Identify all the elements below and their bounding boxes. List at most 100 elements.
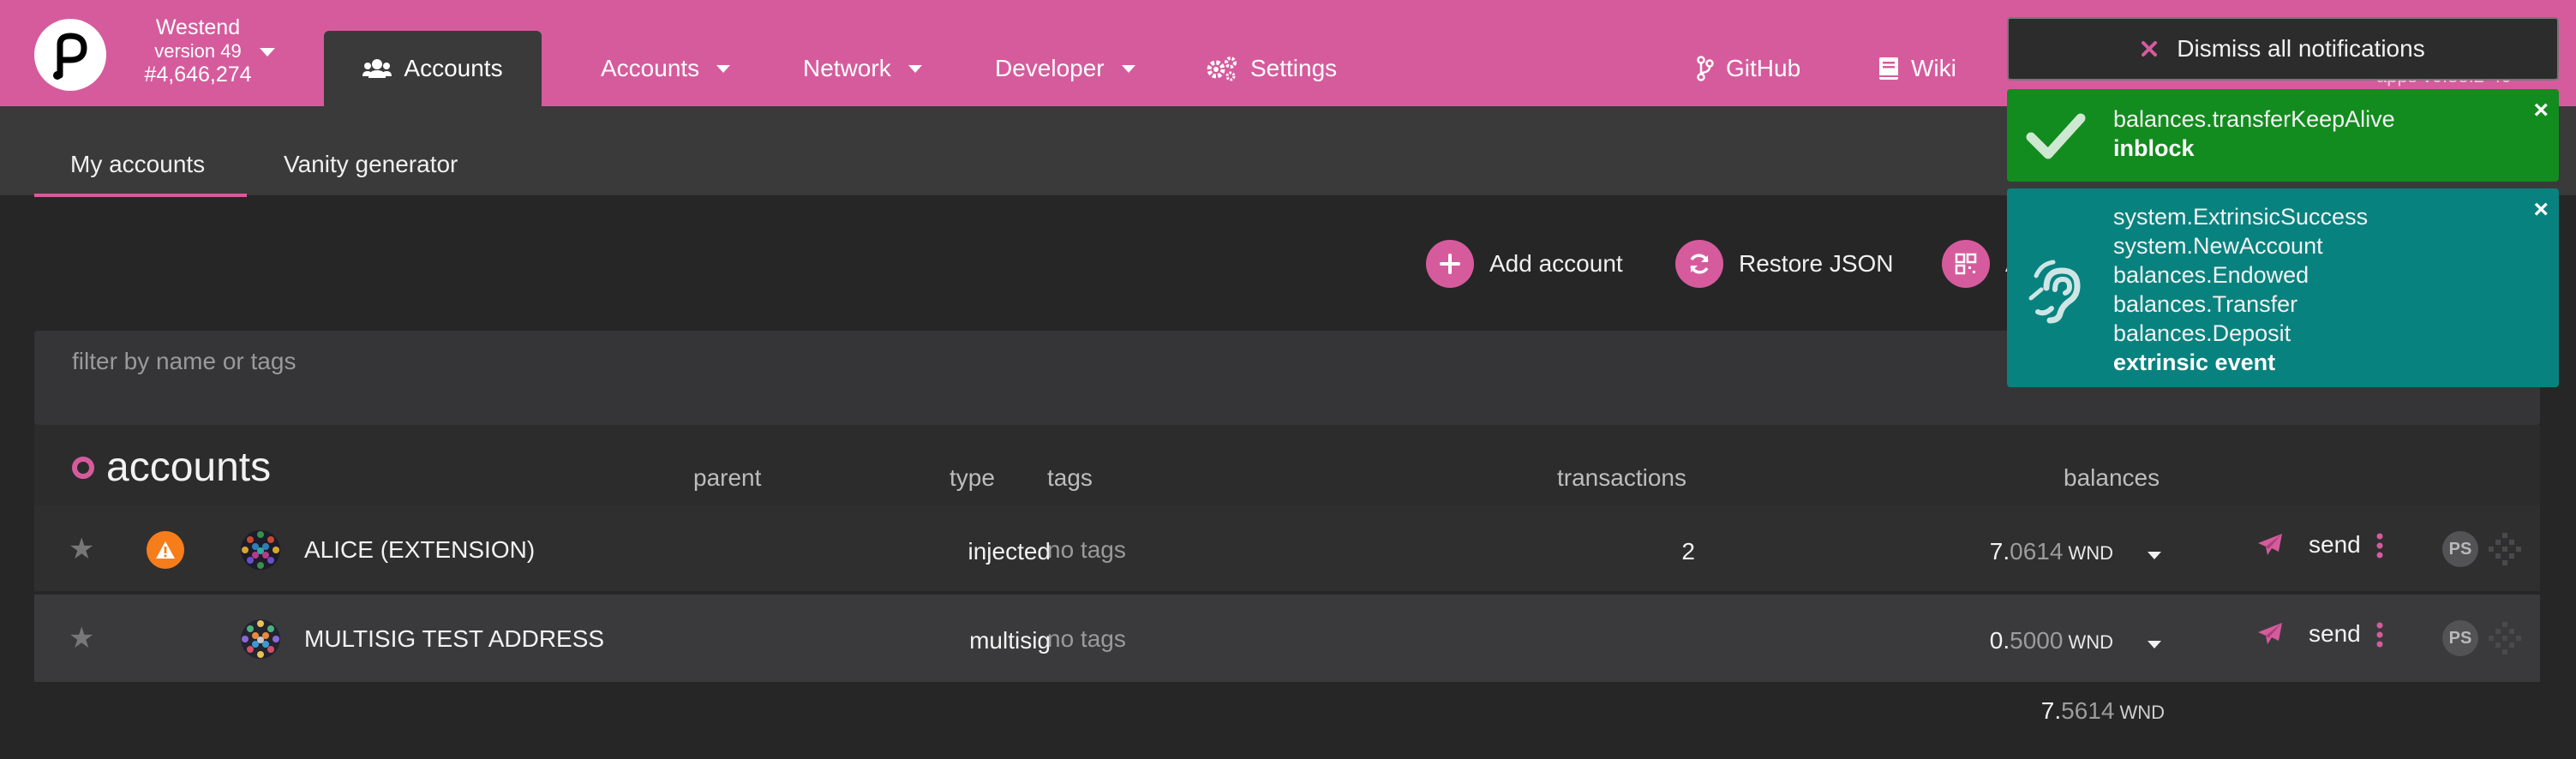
nav-github[interactable]: GitHub [1697,50,1800,87]
dismiss-all-notifications-button[interactable]: Dismiss all notifications [2007,17,2559,81]
close-icon [2142,41,2158,57]
send-button[interactable]: send [2257,531,2361,559]
filter-placeholder: filter by name or tags [72,348,297,374]
chevron-down-icon [1121,64,1135,73]
tab-vanity-generator[interactable]: Vanity generator [284,151,458,178]
circle-icon [72,456,94,479]
qrcode-icon [1942,240,1990,288]
check-icon [2026,113,2086,159]
chain-selector[interactable]: Westend version 49 #4,646,274 [125,17,271,86]
account-tags[interactable]: no tags [1047,625,1126,653]
notification-status: extrinsic event [2113,350,2276,375]
balance-unit: WND [2068,542,2113,564]
account-balance[interactable]: 0.5000 WND [1950,627,2113,654]
header-type: type [950,464,995,491]
nav-settings[interactable]: Settings [1206,50,1337,87]
warning-icon[interactable] [147,531,184,569]
account-balance[interactable]: 7.0614 WND [1950,538,2113,565]
chain-version: version 49 [154,40,242,62]
add-account-label: Add account [1489,250,1623,277]
qr-pattern-icon [2489,622,2521,654]
chevron-down-icon[interactable] [260,48,275,57]
account-name[interactable]: ALICE (EXTENSION) [304,536,535,564]
nav-accounts-label: Accounts [404,55,503,81]
identicon-icon[interactable] [240,529,281,571]
table-row: ★ MULTISIG TEST ADDRESS multisig no tags… [34,595,2540,682]
table-title-label: accounts [106,445,272,490]
star-icon[interactable]: ★ [69,624,94,653]
star-icon[interactable]: ★ [69,535,94,564]
nav-network[interactable]: Network [803,50,922,87]
chevron-down-icon[interactable] [2148,552,2161,559]
notification-line: balances.transferKeepAlive [2113,106,2395,132]
notification-lines: balances.transferKeepAlive inblock [2113,105,2395,163]
active-tab-indicator [34,194,247,197]
balance-decimal: 5000 [2010,627,2064,654]
notification-line: balances.Endowed [2113,262,2309,288]
notification-line: balances.Transfer [2113,291,2298,317]
nav-developer[interactable]: Developer [995,50,1135,87]
account-name[interactable]: MULTISIG TEST ADDRESS [304,625,604,653]
block-number: #4,646,274 [144,63,252,87]
chevron-down-icon[interactable] [2148,641,2161,648]
dismiss-all-label: Dismiss all notifications [2177,35,2425,62]
notification-inblock: balances.transferKeepAlive inblock × [2007,89,2559,182]
book-icon [1879,57,1898,80]
nav-settings-label: Settings [1250,55,1338,81]
nav-accounts-menu-label: Accounts [601,55,700,81]
more-vertical-icon[interactable] [2376,620,2383,649]
accounts-table: accounts parent type tags transactions b… [34,425,2540,682]
paper-plane-icon [2258,623,2282,644]
total-balance: 7.5614 WND [1971,697,2165,725]
gears-icon [1207,57,1237,81]
header-parent: parent [693,464,762,491]
notification-status: inblock [2113,135,2195,161]
close-icon[interactable]: × [2533,197,2549,223]
more-vertical-icon[interactable] [2376,531,2383,560]
table-header: accounts parent type tags transactions b… [34,425,2540,505]
restore-json-button[interactable]: Restore JSON [1675,240,1894,288]
users-icon [362,59,392,78]
ear-listen-icon [2028,260,2081,324]
send-label: send [2309,620,2361,647]
sync-icon [1675,240,1723,288]
notification-extrinsic-event: system.ExtrinsicSuccess system.NewAccoun… [2007,188,2559,387]
nav-github-label: GitHub [1726,55,1801,81]
balance-unit: WND [2068,631,2113,653]
notification-line: system.ExtrinsicSuccess [2113,204,2369,230]
nav-accounts-menu[interactable]: Accounts [601,50,731,87]
paper-plane-icon [2258,534,2282,555]
send-button[interactable]: send [2257,620,2361,648]
chain-name: Westend [155,15,241,39]
plus-icon [1426,240,1474,288]
total-decimal: 5614 [2061,697,2115,724]
balance-integer: 0. [1989,627,2010,654]
chevron-down-icon [716,64,731,73]
nav-accounts-active[interactable]: Accounts [324,31,542,106]
account-type: multisig [969,627,1051,654]
chevron-down-icon [908,64,922,73]
polkadot-logo[interactable] [34,19,106,91]
badge: PS [2442,620,2478,656]
total-integer: 7. [2040,697,2062,724]
nav-wiki[interactable]: Wiki [1878,50,1956,87]
close-icon[interactable]: × [2533,98,2549,123]
notification-line: balances.Deposit [2113,320,2291,346]
nav-developer-label: Developer [995,55,1105,81]
nav-wiki-label: Wiki [1911,55,1956,81]
send-label: send [2309,531,2361,558]
notification-lines: system.ExtrinsicSuccess system.NewAccoun… [2113,202,2368,377]
notification-line: system.NewAccount [2113,233,2323,259]
restore-json-label: Restore JSON [1739,250,1894,277]
code-branch-icon [1697,56,1714,81]
add-account-button[interactable]: Add account [1426,240,1623,288]
badge: PS [2442,531,2478,567]
header-transactions: transactions [1557,464,1686,491]
table-row: ★ ALICE (EXTENSION) injected no tags 2 7… [34,505,2540,593]
account-transactions: 2 [1681,538,1695,565]
balance-integer: 7. [1989,538,2010,565]
qr-pattern-icon [2489,533,2521,565]
account-tags[interactable]: no tags [1047,536,1126,564]
tab-my-accounts[interactable]: My accounts [70,151,205,178]
identicon-icon[interactable] [240,619,281,660]
